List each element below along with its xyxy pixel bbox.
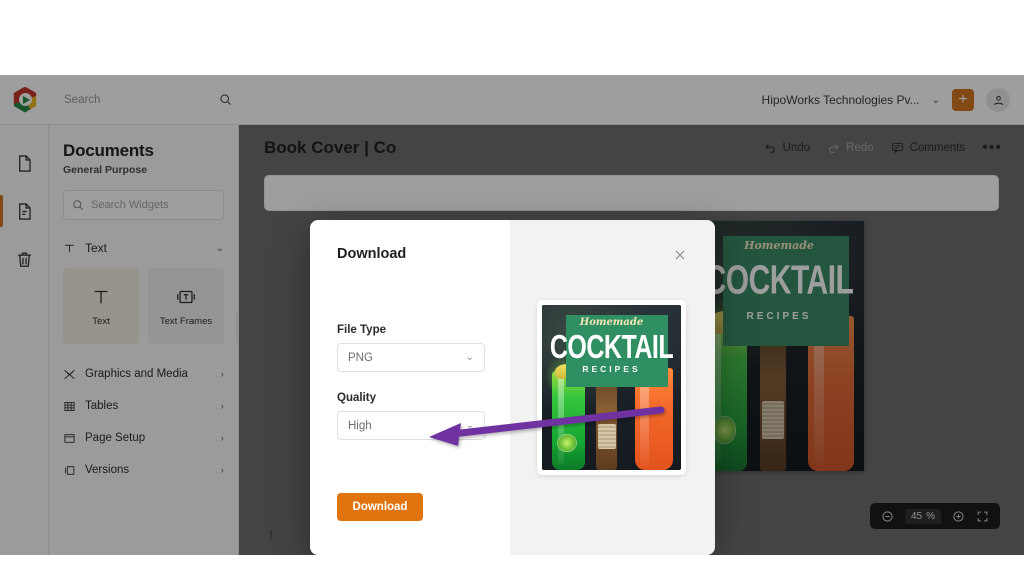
- widget-card-text-frames[interactable]: Text Frames: [148, 268, 224, 344]
- document-actions: Undo Redo Comments •••: [764, 125, 1002, 170]
- graphics-media-icon: [63, 368, 76, 381]
- chevron-down-icon: ⌄: [215, 242, 224, 254]
- quality-group: Quality High ⌄: [337, 392, 485, 440]
- page-subtitle: General Purpose: [63, 164, 148, 176]
- chevron-right-icon: ›: [220, 432, 224, 444]
- global-search-placeholder: Search: [64, 93, 101, 106]
- file-type-label: File Type: [337, 324, 386, 336]
- text-T-icon: [63, 242, 76, 255]
- chevron-right-icon: ›: [220, 400, 224, 412]
- widget-grid: Text Text Frames: [63, 268, 224, 344]
- cocktail-cover-artwork-preview: Homemade COCKTAIL RECIPES: [542, 305, 681, 470]
- quality-value: High: [348, 419, 372, 432]
- quality-label: Quality: [337, 392, 376, 404]
- zoom-in-icon[interactable]: [952, 510, 965, 523]
- chevron-right-icon: ›: [220, 464, 224, 476]
- top-bar-right-group: HipoWorks Technologies Pv... ⌄ +: [762, 75, 1010, 125]
- undo-button[interactable]: Undo: [764, 141, 811, 154]
- download-submit-button[interactable]: Download: [337, 493, 423, 521]
- cover-headline: COCKTAIL: [704, 258, 854, 303]
- text-frame-icon: [175, 286, 197, 308]
- document-title[interactable]: Book Cover | Co: [264, 138, 396, 158]
- app-window: Search HipoWorks Technologies Pv... ⌄ +: [0, 75, 1024, 555]
- cover-eyebrow: Homemade: [579, 316, 644, 328]
- download-dialog: Download File Type PNG ⌄ Quality High ⌄ …: [310, 220, 715, 555]
- sidebar-category-list: Graphics and Media › Tables › Page Setup…: [63, 358, 224, 486]
- file-type-select[interactable]: PNG ⌄: [337, 343, 485, 372]
- document-artboard[interactable]: Homemade COCKTAIL RECIPES: [694, 221, 864, 471]
- undo-label: Undo: [782, 141, 811, 154]
- more-options-button[interactable]: •••: [982, 139, 1002, 157]
- file-type-group: File Type PNG ⌄: [337, 324, 485, 372]
- widget-search-input[interactable]: Search Widgets: [63, 190, 224, 220]
- close-icon[interactable]: [671, 246, 689, 264]
- zoom-number: 45: [910, 510, 923, 522]
- cocktail-cover-artwork: Homemade COCKTAIL RECIPES: [694, 221, 864, 471]
- comments-label: Comments: [909, 141, 966, 154]
- rail-item-trash[interactable]: [0, 235, 48, 283]
- sidebar-category-text-label: Text: [85, 241, 108, 255]
- chevron-right-icon: ›: [220, 368, 224, 380]
- table-grid-icon: [63, 400, 76, 413]
- versions-icon: [63, 464, 76, 477]
- sidebar-category-label: Page Setup: [85, 432, 146, 444]
- sidebar-category-versions[interactable]: Versions ›: [63, 454, 224, 486]
- left-icon-rail: [0, 125, 49, 555]
- cover-subhead: RECIPES: [746, 311, 812, 322]
- file-type-value: PNG: [348, 351, 373, 364]
- rail-item-new-document[interactable]: [0, 139, 48, 187]
- trash-icon: [15, 250, 34, 269]
- sidebar-category-label: Versions: [85, 464, 130, 476]
- top-bar: Search HipoWorks Technologies Pv... ⌄ +: [0, 75, 1024, 125]
- blank-page-icon: [15, 154, 34, 173]
- dialog-title: Download: [337, 246, 407, 262]
- chevron-down-icon: ⌄: [465, 352, 474, 363]
- canvas-scroll-indicator: [270, 530, 272, 539]
- text-glyph-icon: [90, 286, 112, 308]
- sidebar-category-label: Tables: [85, 400, 119, 412]
- cover-eyebrow: Homemade: [744, 238, 814, 252]
- organization-name[interactable]: HipoWorks Technologies Pv...: [762, 93, 920, 107]
- redo-label: Redo: [846, 141, 874, 154]
- widgets-sidebar: Documents General Purpose Search Widgets…: [49, 125, 239, 555]
- widget-card-text-label: Text: [92, 315, 110, 327]
- fit-screen-icon[interactable]: [976, 510, 989, 523]
- comments-button[interactable]: Comments: [891, 141, 966, 154]
- zoom-control: 45 %: [869, 503, 1000, 529]
- page-setup-icon: [63, 432, 76, 445]
- page-title: Documents: [63, 141, 154, 160]
- user-avatar-icon[interactable]: [986, 88, 1010, 112]
- download-dialog-preview-panel: Homemade COCKTAIL RECIPES: [510, 220, 715, 555]
- global-search-input[interactable]: Search: [64, 86, 232, 114]
- zoom-out-icon[interactable]: [881, 510, 894, 523]
- sidebar-category-label: Graphics and Media: [85, 368, 188, 380]
- chevron-down-icon[interactable]: ⌄: [932, 95, 940, 106]
- zoom-level-value[interactable]: 45 %: [904, 508, 941, 524]
- cover-subhead: RECIPES: [582, 364, 641, 375]
- chevron-down-icon: ⌄: [465, 420, 474, 431]
- sidebar-category-page-setup[interactable]: Page Setup ›: [63, 422, 224, 454]
- add-new-button[interactable]: +: [952, 89, 974, 111]
- search-icon: [72, 199, 84, 211]
- widget-search-placeholder: Search Widgets: [91, 199, 169, 211]
- zoom-unit: %: [926, 510, 935, 522]
- sidebar-category-tables[interactable]: Tables ›: [63, 390, 224, 422]
- screenshot-stage: Search HipoWorks Technologies Pv... ⌄ +: [0, 0, 1024, 576]
- quality-select[interactable]: High ⌄: [337, 411, 485, 440]
- widget-card-text[interactable]: Text: [63, 268, 139, 344]
- download-dialog-form: Download File Type PNG ⌄ Quality High ⌄ …: [310, 220, 510, 555]
- cover-headline: COCKTAIL: [549, 328, 674, 367]
- redo-button[interactable]: Redo: [827, 141, 874, 154]
- document-lines-icon: [15, 202, 34, 221]
- sidebar-category-graphics-and-media[interactable]: Graphics and Media ›: [63, 358, 224, 390]
- search-icon: [219, 93, 232, 106]
- document-toolbar[interactable]: [264, 175, 999, 211]
- document-header: Book Cover | Co Undo Redo Comments •••: [239, 125, 1024, 170]
- widget-card-text-frames-label: Text Frames: [159, 315, 213, 327]
- rail-item-documents[interactable]: [0, 187, 48, 235]
- sidebar-category-text[interactable]: Text ⌄: [63, 232, 224, 264]
- download-preview-thumbnail: Homemade COCKTAIL RECIPES: [537, 300, 686, 475]
- app-logo-icon[interactable]: [0, 86, 50, 113]
